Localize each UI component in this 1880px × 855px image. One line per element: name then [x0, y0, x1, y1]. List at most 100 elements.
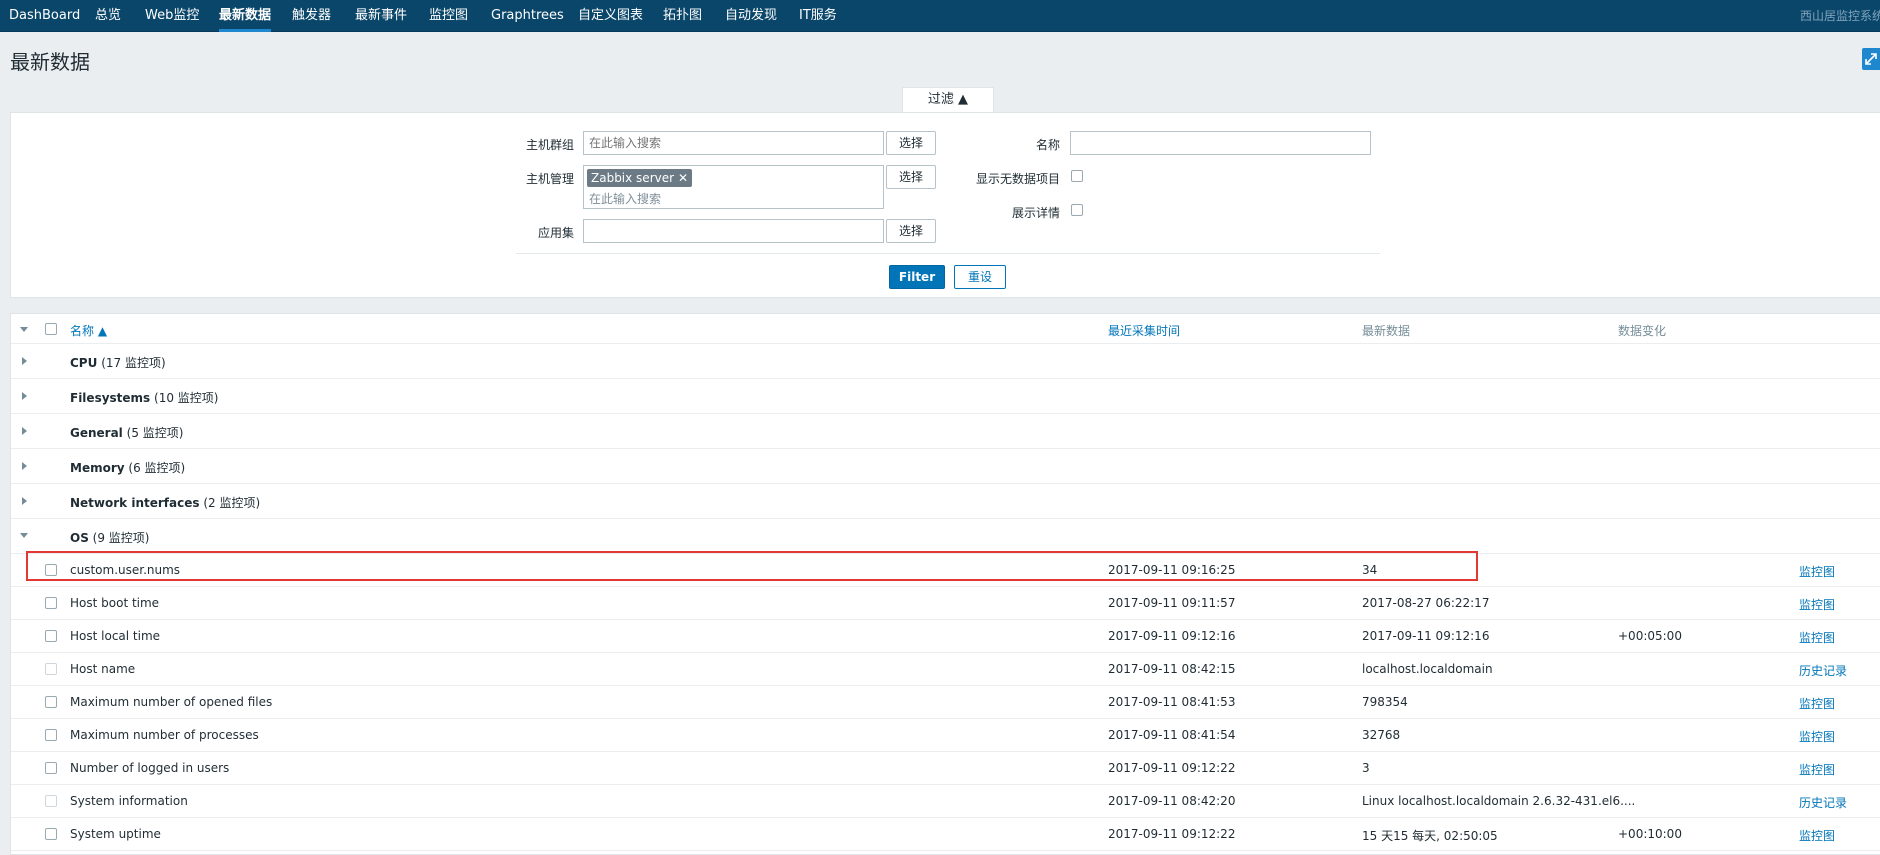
nav-latest-data[interactable]: 最新数据	[219, 0, 272, 32]
collapse-all-icon[interactable]	[20, 327, 28, 332]
item-name: System information	[70, 794, 188, 808]
row-checkbox[interactable]	[45, 729, 57, 741]
graph-link[interactable]: 监控图	[1799, 695, 1835, 712]
group-row-os[interactable]: OS (9 监控项)	[11, 519, 1880, 554]
row-checkbox[interactable]	[45, 696, 57, 708]
graph-link[interactable]: 监控图	[1799, 761, 1835, 778]
expand-icon[interactable]	[22, 462, 27, 470]
expand-icon[interactable]	[22, 497, 27, 505]
graph-link[interactable]: 监控图	[1799, 596, 1835, 613]
history-link[interactable]: 历史记录	[1799, 794, 1847, 811]
graph-link[interactable]: 监控图	[1799, 728, 1835, 745]
select-all-checkbox[interactable]	[45, 323, 57, 335]
applications-label: 应用集	[537, 226, 574, 240]
nav-graphtrees[interactable]: Graphtrees	[491, 0, 564, 32]
graph-link[interactable]: 监控图	[1799, 827, 1835, 844]
table-row: Host boot time 2017-09-11 09:11:57 2017-…	[11, 587, 1880, 620]
expand-icon[interactable]	[22, 392, 27, 400]
host-groups-input[interactable]	[583, 131, 884, 155]
row-checkbox[interactable]	[45, 828, 57, 840]
item-last-value: 15 天15 每天, 02:50:05	[1362, 829, 1498, 843]
group-count: (10 监控项)	[154, 391, 219, 405]
remove-tag-icon[interactable]: ✕	[678, 171, 688, 185]
group-count: (6 监控项)	[128, 461, 186, 475]
show-details-checkbox[interactable]	[1071, 204, 1083, 216]
row-checkbox[interactable]	[45, 597, 57, 609]
reset-button[interactable]: 重设	[954, 265, 1006, 289]
nav-it-services[interactable]: IT服务	[799, 0, 837, 32]
nav-custom-graphs[interactable]: 自定义图表	[578, 0, 643, 32]
item-last-value: localhost.localdomain	[1362, 662, 1493, 676]
history-link[interactable]: 历史记录	[1799, 662, 1847, 679]
nav-dashboard[interactable]: DashBoard	[9, 0, 80, 32]
expand-icon[interactable]	[22, 357, 27, 365]
show-no-data-label: 显示无数据项目	[975, 172, 1060, 186]
item-last-value: 2017-08-27 06:22:17	[1362, 596, 1490, 610]
show-no-data-checkbox[interactable]	[1071, 170, 1083, 182]
column-last-check-header[interactable]: 最近采集时间	[1108, 322, 1180, 339]
host-groups-select-button[interactable]: 选择	[886, 131, 936, 155]
table-row: Host local time 2017-09-11 09:12:16 2017…	[11, 620, 1880, 653]
nav-triggers[interactable]: 触发器	[292, 0, 331, 32]
graph-link[interactable]: 监控图	[1799, 563, 1835, 580]
applications-input[interactable]	[583, 219, 884, 243]
collapse-icon[interactable]	[20, 533, 28, 538]
item-last-value: 2017-09-11 09:12:16	[1362, 629, 1490, 643]
group-name: Filesystems	[70, 391, 151, 405]
nav-graphs[interactable]: 监控图	[429, 0, 468, 32]
column-last-value-header: 最新数据	[1362, 324, 1411, 338]
group-count: (9 监控项)	[92, 531, 150, 545]
nav-maps[interactable]: 拓扑图	[663, 0, 702, 32]
group-row-filesystems[interactable]: Filesystems (10 监控项)	[11, 379, 1880, 414]
group-row-cpu[interactable]: CPU (17 监控项)	[11, 344, 1880, 379]
row-checkbox[interactable]	[45, 630, 57, 642]
hosts-multiselect[interactable]: Zabbix server ✕ 在此输入搜索	[583, 165, 884, 209]
page-title: 最新数据	[10, 50, 90, 74]
group-row-network-interfaces[interactable]: Network interfaces (2 监控项)	[11, 484, 1880, 519]
item-last-check: 2017-09-11 09:12:16	[1108, 629, 1236, 643]
row-checkbox[interactable]	[45, 795, 57, 807]
column-change-header: 数据变化	[1618, 324, 1667, 338]
row-checkbox[interactable]	[45, 663, 57, 675]
table-row: Maximum number of opened files 2017-09-1…	[11, 686, 1880, 719]
filter-panel	[10, 112, 1880, 298]
table-row: System information 2017-09-11 08:42:20 L…	[11, 785, 1880, 818]
nav-latest-events[interactable]: 最新事件	[355, 0, 407, 32]
table-row: Number of logged in users 2017-09-11 09:…	[11, 752, 1880, 785]
nav-web-monitoring[interactable]: Web监控	[145, 0, 199, 32]
show-details-label: 展示详情	[1011, 206, 1060, 220]
name-filter-label: 名称	[1035, 138, 1060, 152]
item-last-check: 2017-09-11 08:42:15	[1108, 662, 1236, 676]
group-name: Memory	[70, 461, 125, 475]
graph-link[interactable]: 监控图	[1799, 629, 1835, 646]
group-name: General	[70, 426, 123, 440]
item-name: System uptime	[70, 827, 161, 841]
nav-overview[interactable]: 总览	[95, 0, 121, 32]
group-row-general[interactable]: General (5 监控项)	[11, 414, 1880, 449]
latest-data-table: 名称 ▲ 最近采集时间 最新数据 数据变化 CPU (17 监控项) Files…	[10, 313, 1880, 855]
column-name-header[interactable]: 名称 ▲	[70, 322, 107, 339]
item-change: +00:05:00	[1618, 629, 1682, 643]
brand-label: 西山居监控系统	[1800, 9, 1880, 23]
expand-icon[interactable]	[22, 427, 27, 435]
fullscreen-icon	[1865, 53, 1877, 65]
hosts-label: 主机管理	[525, 172, 574, 186]
hosts-select-button[interactable]: 选择	[886, 165, 936, 189]
fullscreen-button[interactable]	[1862, 48, 1880, 70]
group-name: CPU	[70, 356, 98, 370]
group-row-memory[interactable]: Memory (6 监控项)	[11, 449, 1880, 484]
hosts-search-placeholder[interactable]: 在此输入搜索	[589, 190, 661, 207]
group-count: (17 监控项)	[101, 356, 166, 370]
table-row: System uptime 2017-09-11 09:12:22 15 天15…	[11, 818, 1880, 851]
name-filter-input[interactable]	[1070, 131, 1371, 155]
item-last-value: 32768	[1362, 728, 1401, 742]
filter-tab[interactable]: 过滤 ▲	[902, 87, 994, 113]
item-last-value: 3	[1362, 761, 1370, 775]
applications-select-button[interactable]: 选择	[886, 219, 936, 243]
group-name: OS	[70, 531, 89, 545]
item-last-check: 2017-09-11 08:41:53	[1108, 695, 1236, 709]
row-checkbox[interactable]	[45, 762, 57, 774]
nav-discovery[interactable]: 自动发现	[725, 0, 777, 32]
item-name: Maximum number of opened files	[70, 695, 273, 709]
filter-button[interactable]: Filter	[889, 265, 945, 289]
